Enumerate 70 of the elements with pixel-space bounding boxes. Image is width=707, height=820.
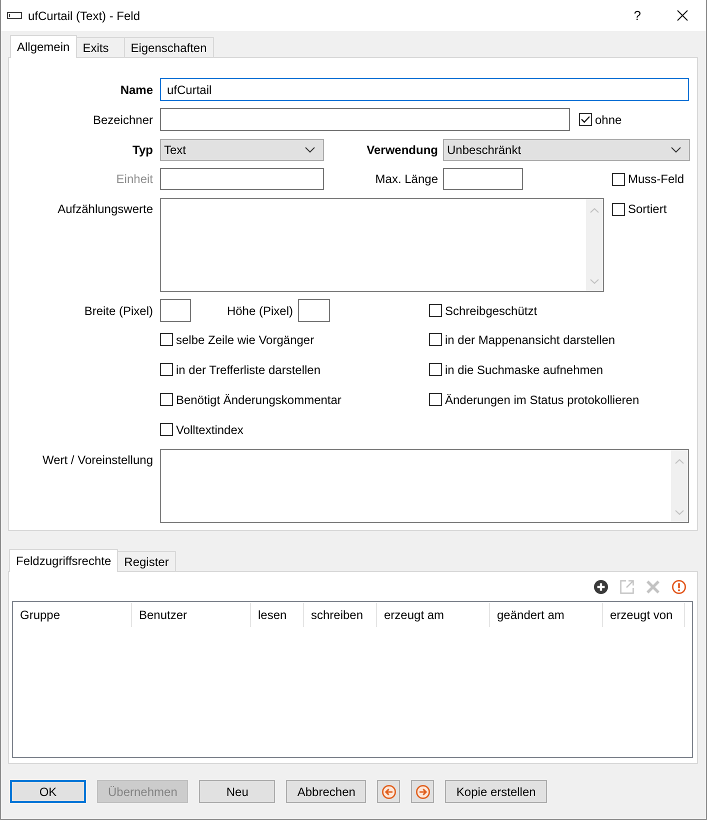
checkbox-label[interactable]: in die Suchmaske aufnehmen (445, 362, 604, 376)
checkbox[interactable] (612, 202, 625, 216)
field-label: Bezeichner (92, 112, 153, 126)
field-label: Max. Länge (375, 172, 438, 186)
exclamation-circle-icon[interactable] (672, 580, 686, 594)
unit-field[interactable] (160, 168, 324, 190)
tab[interactable]: Feldzugriffsrechte (9, 549, 118, 572)
column-header[interactable]: erzeugt von (603, 603, 685, 627)
window-title: ufCurtail (Text) - Feld (28, 8, 142, 22)
button[interactable]: OK (10, 780, 86, 803)
max-length-field[interactable] (443, 168, 523, 190)
textbox-icon (7, 12, 22, 19)
checkbox-label[interactable]: Benötigt Änderungskommentar (176, 392, 342, 406)
checkbox[interactable] (579, 113, 592, 126)
field-label: Wert / Voreinstellung (42, 453, 153, 467)
column-header[interactable]: Benutzer (132, 603, 251, 627)
close-icon[interactable] (677, 10, 688, 21)
column-header[interactable]: erzeugt am (377, 603, 490, 627)
checkbox[interactable] (160, 363, 173, 376)
checkbox-label[interactable]: Muss-Feld (628, 172, 684, 186)
height-field[interactable] (298, 299, 330, 322)
checkbox-label[interactable]: Volltextindex (176, 422, 244, 436)
tab[interactable]: Allgemein (10, 35, 77, 58)
chevron-down-icon (671, 147, 681, 153)
checkbox[interactable] (160, 393, 173, 406)
usage-dropdown[interactable]: Unbeschränkt (443, 139, 690, 161)
checkmark-icon (581, 116, 590, 123)
column-header[interactable]: geändert am (490, 603, 603, 627)
checkbox[interactable] (429, 393, 442, 406)
field-label: Höhe (Pixel) (226, 304, 293, 318)
field-label: Verwendung (366, 143, 438, 157)
field-label: Name (120, 82, 153, 96)
checkbox[interactable] (160, 333, 173, 346)
checkbox-label[interactable]: Änderungen im Status protokollieren (445, 392, 640, 406)
checkbox-label[interactable]: Schreibgeschützt (445, 304, 538, 318)
column-header[interactable]: schreiben (304, 603, 377, 627)
checkbox[interactable] (160, 423, 173, 436)
checkbox[interactable] (429, 363, 442, 376)
checkbox[interactable] (429, 333, 442, 346)
checkbox-label[interactable]: selbe Zeile wie Vorgänger (176, 332, 314, 346)
help-button[interactable]: ? (634, 8, 641, 23)
checkbox[interactable] (429, 304, 442, 317)
width-field[interactable] (160, 299, 191, 322)
arrow-left-circle-icon (382, 784, 396, 798)
button[interactable]: Kopie erstellen (445, 780, 547, 803)
forward-button[interactable] (411, 780, 434, 803)
field-label: Breite (Pixel) (84, 304, 153, 318)
field-label: Einheit (116, 172, 153, 186)
identifier-field[interactable] (160, 108, 570, 131)
field-label: Typ (132, 143, 153, 157)
button[interactable]: Neu (199, 780, 276, 803)
checkbox-label[interactable]: ohne (595, 112, 622, 126)
back-button[interactable] (377, 780, 400, 803)
field-label: Aufzählungswerte (58, 202, 153, 216)
tab[interactable]: Register (117, 551, 176, 571)
plus-circle-icon[interactable] (594, 580, 608, 594)
enum-values-field[interactable] (160, 198, 604, 292)
column-header[interactable]: lesen (251, 603, 304, 627)
type-dropdown[interactable]: Text (160, 139, 324, 161)
button[interactable]: Abbrechen (286, 780, 366, 803)
chevron-down-icon (305, 147, 315, 153)
checkbox[interactable] (612, 172, 625, 186)
checkbox-label[interactable]: in der Trefferliste darstellen (176, 362, 321, 376)
default-value-field[interactable] (160, 449, 689, 523)
column-header[interactable]: Gruppe (13, 603, 132, 627)
checkbox-label[interactable]: in der Mappenansicht darstellen (445, 332, 616, 346)
tab[interactable]: Eigenschaften (124, 37, 214, 57)
checkbox-label[interactable]: Sortiert (628, 202, 667, 216)
arrow-right-circle-icon (416, 784, 430, 798)
name-field[interactable]: ufCurtail (160, 78, 689, 101)
